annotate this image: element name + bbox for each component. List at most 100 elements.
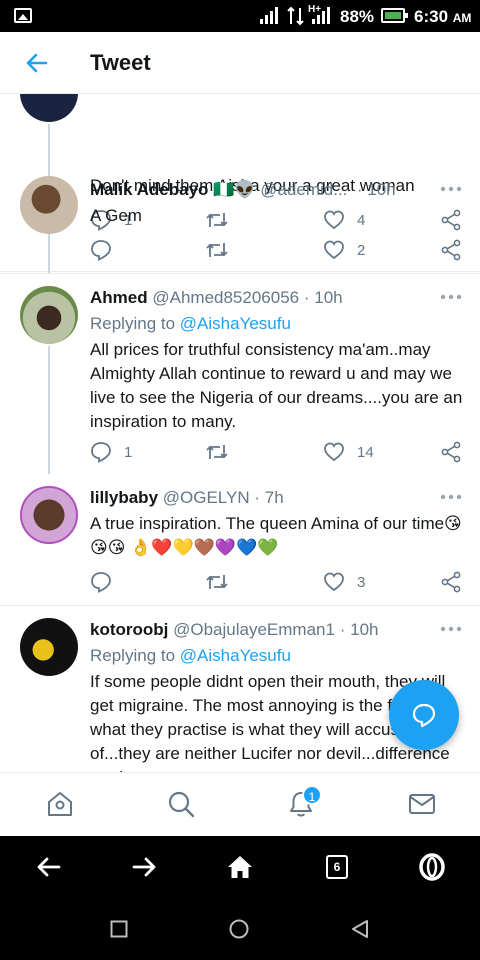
retweet-icon (206, 243, 228, 257)
tweet-header: kotoroobj @ObajulayeEmman1 · 10h (90, 620, 378, 640)
user-handle[interactable]: @Ahmed85206056 (152, 288, 299, 307)
home-circle-icon[interactable] (229, 919, 249, 939)
retweet-button[interactable] (205, 440, 229, 464)
like-count: 3 (357, 573, 366, 591)
page-title: Tweet (90, 50, 151, 75)
reply-icon (91, 442, 111, 463)
reply-count: 1 (124, 443, 133, 461)
system-back-icon[interactable] (350, 919, 370, 939)
avatar[interactable] (20, 286, 78, 344)
battery-percent: 88% (340, 7, 375, 26)
opera-menu-icon[interactable] (418, 853, 446, 881)
share-button[interactable] (440, 238, 462, 262)
messages-mail-icon[interactable] (407, 789, 437, 819)
signal-icon-2 (312, 7, 330, 24)
status-bar: H+ 88% 6:30 AM (0, 0, 480, 32)
more-options-icon[interactable] (440, 186, 462, 192)
user-handle[interactable]: @OGELYN (163, 488, 250, 507)
separator-dot: · (339, 620, 346, 639)
tweet[interactable]: lillybaby @OGELYN · 7h A true inspiratio… (0, 474, 480, 606)
reply-icon (91, 572, 111, 593)
compose-reply-button[interactable] (389, 680, 459, 750)
like-count: 14 (357, 443, 374, 461)
mention-link[interactable]: @AishaYesufu (180, 314, 291, 333)
reply-button[interactable] (90, 570, 124, 594)
heart-icon (324, 442, 344, 462)
search-icon[interactable] (166, 789, 196, 819)
back-arrow-icon[interactable] (22, 48, 52, 78)
retweet-icon (206, 445, 228, 459)
like-button[interactable]: 3 (323, 570, 365, 594)
separator-dot: · (303, 288, 310, 307)
reply-button[interactable] (90, 238, 124, 262)
share-icon (441, 441, 461, 463)
more-options-icon[interactable] (440, 494, 462, 500)
app-header: Tweet (0, 32, 480, 94)
like-count: 2 (357, 241, 366, 259)
tweet-time: 7h (264, 488, 284, 507)
tab-switcher-button[interactable]: 6 (326, 855, 348, 879)
chat-bubble-icon (412, 703, 436, 728)
browser-home-icon[interactable] (226, 853, 254, 881)
tweet-header: Ahmed @Ahmed85206056 · 10h (90, 288, 343, 308)
browser-nav-bar (0, 836, 480, 898)
tweet-time: 10h (350, 620, 379, 639)
tweet-header: Malik Adebayo 🇳🇬👽 @ademid... · 10h (90, 180, 396, 200)
share-button[interactable] (440, 570, 462, 594)
retweet-button[interactable] (205, 570, 229, 594)
retweet-button[interactable] (205, 238, 229, 262)
display-name[interactable]: lillybaby (90, 488, 158, 507)
thread-line (48, 346, 50, 474)
tweet-time: 10h (367, 180, 396, 199)
recent-apps-icon[interactable] (110, 920, 128, 938)
reply-button[interactable]: 1 (90, 440, 132, 464)
tweet-feed[interactable]: Don't mind them Aisha your a great woman… (0, 94, 480, 772)
share-button[interactable] (440, 440, 462, 464)
like-button[interactable]: 14 (323, 440, 374, 464)
bottom-tab-bar: 1 (0, 772, 480, 836)
avatar[interactable] (20, 486, 78, 544)
browser-forward-icon[interactable] (130, 853, 158, 881)
avatar[interactable] (20, 94, 78, 122)
clock: 6:30 AM (414, 7, 472, 26)
share-icon (441, 239, 461, 261)
tweet-actions: 1 14 (90, 440, 462, 464)
tweet[interactable]: Malik Adebayo 🇳🇬👽 @ademid... · 10h A Gem… (0, 174, 480, 274)
display-name[interactable]: kotoroobj (90, 620, 168, 639)
separator-dot: · (356, 180, 363, 199)
share-icon (441, 571, 461, 593)
replying-to: Replying to @AishaYesufu (90, 314, 291, 333)
browser-back-icon[interactable] (35, 853, 63, 881)
replying-to: Replying to @AishaYesufu (90, 646, 291, 665)
display-name[interactable]: Malik Adebayo (90, 180, 208, 199)
tweet-text: All prices for truthful consistency ma'a… (90, 340, 463, 431)
signal-icon (260, 7, 278, 24)
data-transfer-icon (287, 6, 304, 26)
more-options-icon[interactable] (440, 294, 462, 300)
avatar[interactable] (20, 618, 78, 676)
gallery-notification-icon (14, 8, 32, 23)
retweet-icon (206, 575, 228, 589)
mention-link[interactable]: @AishaYesufu (180, 646, 291, 665)
home-icon[interactable] (45, 789, 75, 819)
more-options-icon[interactable] (440, 626, 462, 632)
user-handle[interactable]: @ademid... (260, 180, 347, 199)
user-handle[interactable]: @ObajulayeEmman1 (173, 620, 335, 639)
display-name[interactable]: Ahmed (90, 288, 148, 307)
tweet[interactable]: Ahmed @Ahmed85206056 · 10h Replying to @… (0, 274, 480, 474)
separator-dot: · (254, 488, 261, 507)
reply-icon (91, 240, 111, 261)
battery-icon (381, 8, 408, 23)
name-emoji: 🇳🇬👽 (213, 180, 256, 199)
tweet-header: lillybaby @OGELYN · 7h (90, 488, 284, 508)
tweet-time: 10h (314, 288, 343, 307)
heart-icon (324, 240, 344, 260)
like-button[interactable]: 2 (323, 238, 365, 262)
notification-badge: 1 (302, 785, 322, 805)
system-nav-bar (0, 898, 480, 960)
heart-icon (324, 572, 344, 592)
tweet-actions: 3 (90, 570, 462, 594)
tweet-text: A Gem (90, 206, 142, 225)
tweet-text: A true inspiration. The queen Amina of o… (90, 514, 462, 557)
avatar[interactable] (20, 176, 78, 234)
